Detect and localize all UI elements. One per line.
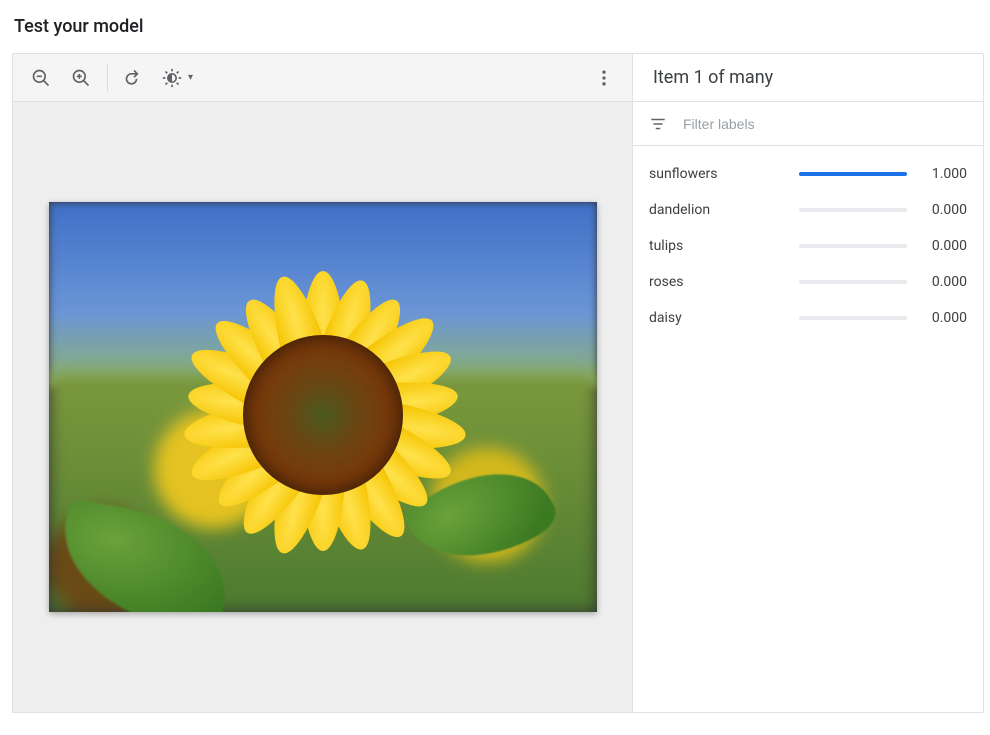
rotate-button[interactable]	[114, 58, 154, 98]
zoom-out-icon	[31, 68, 51, 88]
prediction-label: sunflowers	[649, 166, 799, 182]
prediction-label: daisy	[649, 310, 799, 326]
results-header: Item 1 of many	[633, 54, 983, 102]
prediction-label: roses	[649, 274, 799, 290]
predictions-list: sunflowers 1.000 dandelion 0.000 tulips 0.000…	[633, 146, 983, 346]
zoom-out-button[interactable]	[21, 58, 61, 98]
brightness-icon	[162, 68, 182, 88]
prediction-score: 0.000	[921, 274, 967, 290]
more-vert-icon	[594, 68, 614, 88]
prediction-bar	[799, 280, 907, 284]
image-toolbar: ▾	[13, 54, 632, 102]
prediction-label: tulips	[649, 238, 799, 254]
prediction-row: dandelion 0.000	[649, 192, 967, 228]
brightness-button[interactable]: ▾	[154, 58, 201, 98]
image-pane: ▾	[13, 54, 633, 712]
prediction-bar	[799, 172, 907, 176]
more-options-button[interactable]	[584, 58, 624, 98]
prediction-score: 0.000	[921, 202, 967, 218]
prediction-score: 0.000	[921, 238, 967, 254]
prediction-bar-fill	[799, 172, 907, 176]
prediction-row: daisy 0.000	[649, 300, 967, 336]
prediction-label: dandelion	[649, 202, 799, 218]
prediction-score: 0.000	[921, 310, 967, 326]
prediction-bar	[799, 316, 907, 320]
page-title: Test your model	[14, 16, 980, 37]
rotate-icon	[124, 68, 144, 88]
toolbar-separator	[107, 64, 108, 92]
zoom-in-button[interactable]	[61, 58, 101, 98]
prediction-row: tulips 0.000	[649, 228, 967, 264]
prediction-row: sunflowers 1.000	[649, 156, 967, 192]
prediction-score: 1.000	[921, 166, 967, 182]
filter-labels-input[interactable]	[681, 115, 967, 133]
model-test-card: ▾	[12, 53, 984, 713]
image-viewport[interactable]	[13, 102, 632, 712]
test-image	[49, 202, 597, 612]
prediction-row: roses 0.000	[649, 264, 967, 300]
results-pane: Item 1 of many sunflowers 1.000 dandelion 0…	[633, 54, 983, 712]
prediction-bar	[799, 244, 907, 248]
prediction-bar	[799, 208, 907, 212]
filter-row	[633, 102, 983, 146]
filter-icon	[649, 115, 667, 133]
zoom-in-icon	[71, 68, 91, 88]
chevron-down-icon: ▾	[188, 72, 193, 83]
